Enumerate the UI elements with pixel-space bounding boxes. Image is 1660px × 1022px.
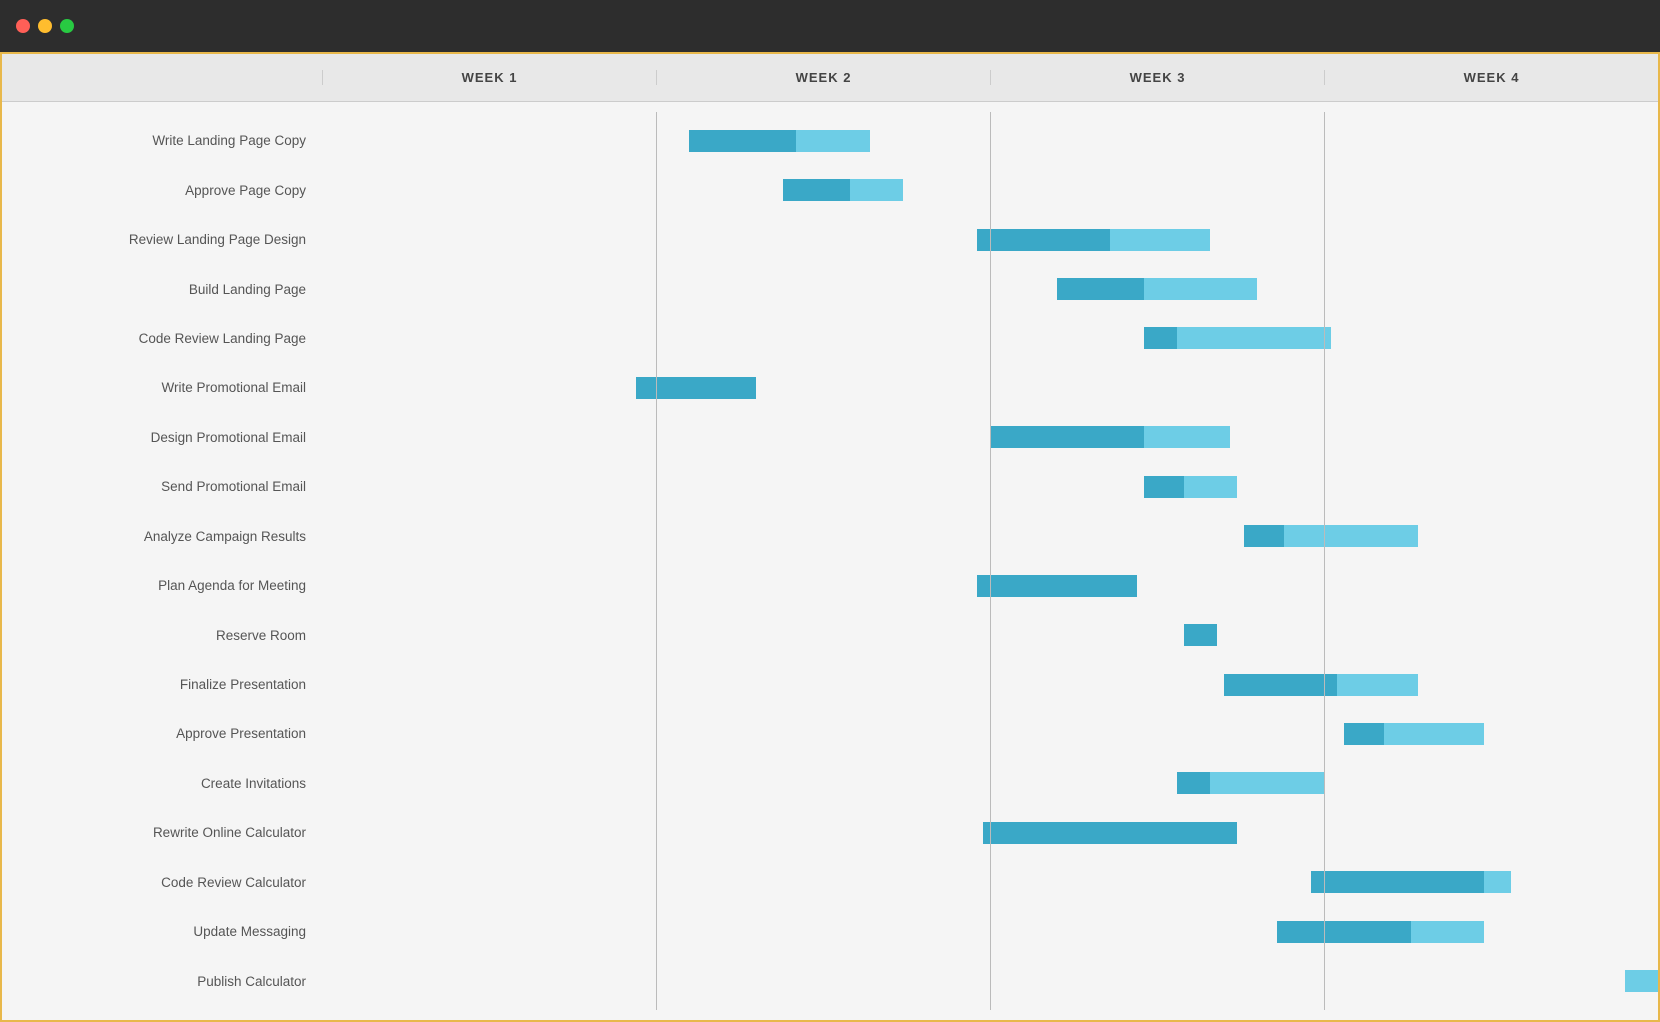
titlebar [0,0,1660,52]
gantt-bar [1277,921,1484,943]
week-divider [1324,112,1325,1010]
gantt-bar [983,822,1237,844]
weeks-header: WEEK 1 WEEK 2 WEEK 3 WEEK 4 [322,70,1658,85]
task-label: Update Messaging [2,912,322,952]
task-label: Write Promotional Email [2,368,322,408]
gantt-bar [1184,624,1217,646]
task-label: Code Review Landing Page [2,318,322,358]
task-label: Rewrite Online Calculator [2,813,322,853]
gantt-bar-dark [983,822,1237,844]
gantt-bar-dark [1277,921,1411,943]
gantt-bar-dark [783,179,850,201]
task-label: Publish Calculator [2,961,322,1001]
week4-header: WEEK 4 [1324,70,1658,85]
gantt-bar-light [1110,229,1210,251]
gantt-bar [1244,525,1418,547]
gantt-bar-dark [1184,624,1217,646]
gantt-bar-dark [689,130,796,152]
gantt-bar-dark [636,377,756,399]
gantt-bar-light [1144,426,1231,448]
gantt-bar-dark [1144,327,1177,349]
gantt-bar-light [1484,871,1511,893]
gantt-bar [1224,674,1418,696]
gantt-bar [977,229,1211,251]
gantt-bar-dark [990,426,1144,448]
gantt-grid [322,112,1658,1010]
gantt-bar-light [850,179,903,201]
task-label: Send Promotional Email [2,467,322,507]
gantt-bar [977,575,1137,597]
gantt-bar [990,426,1230,448]
fullscreen-button[interactable] [60,19,74,33]
gantt-bar-dark [1344,723,1384,745]
gantt-bar [1344,723,1484,745]
gantt-bar [1625,970,1658,992]
gantt-bar-dark [1057,278,1144,300]
gantt-bar [1144,476,1238,498]
gantt-bar [1311,871,1511,893]
gantt-bar-dark [1311,871,1485,893]
week-divider [656,112,657,1010]
gantt-bar [689,130,869,152]
task-label: Build Landing Page [2,269,322,309]
task-label: Design Promotional Email [2,417,322,457]
gantt-bar-light [1284,525,1418,547]
week3-header: WEEK 3 [990,70,1324,85]
gantt-bar [1057,278,1257,300]
gantt-bar [783,179,903,201]
week-divider [990,112,991,1010]
gantt-bar-light [1184,476,1237,498]
gantt-bar-light [1177,327,1331,349]
week1-header: WEEK 1 [322,70,656,85]
gantt-bar-dark [1244,525,1284,547]
task-labels: Write Landing Page Copy Approve Page Copy… [2,112,322,1010]
gantt-bar-dark [977,575,1137,597]
gantt-bar [1177,772,1324,794]
task-label: Analyze Campaign Results [2,516,322,556]
close-button[interactable] [16,19,30,33]
chart-area: Write Landing Page Copy Approve Page Copy… [2,102,1658,1020]
task-label: Reserve Room [2,615,322,655]
task-label: Review Landing Page Design [2,220,322,260]
task-label: Approve Page Copy [2,170,322,210]
gantt-bar-light [1625,970,1658,992]
gantt-bar-light [796,130,869,152]
gantt-bar-dark [977,229,1111,251]
gantt-bar-dark [1177,772,1210,794]
gantt-bar-light [1210,772,1324,794]
main-container: WEEK 1 WEEK 2 WEEK 3 WEEK 4 Write Landin… [0,52,1660,1022]
task-label: Write Landing Page Copy [2,121,322,161]
gantt-bar [636,377,756,399]
gantt-bar-dark [1224,674,1338,696]
week-header-row: WEEK 1 WEEK 2 WEEK 3 WEEK 4 [2,54,1658,102]
task-label: Plan Agenda for Meeting [2,566,322,606]
gantt-bar-light [1144,278,1258,300]
week2-header: WEEK 2 [656,70,990,85]
gantt-bar-dark [1144,476,1184,498]
task-label: Code Review Calculator [2,862,322,902]
gantt-bar-light [1337,674,1417,696]
minimize-button[interactable] [38,19,52,33]
gantt-bar-light [1384,723,1484,745]
task-label: Finalize Presentation [2,665,322,705]
gantt-bar-light [1411,921,1484,943]
task-label: Approve Presentation [2,714,322,754]
task-label: Create Invitations [2,763,322,803]
gantt-bar [1144,327,1331,349]
